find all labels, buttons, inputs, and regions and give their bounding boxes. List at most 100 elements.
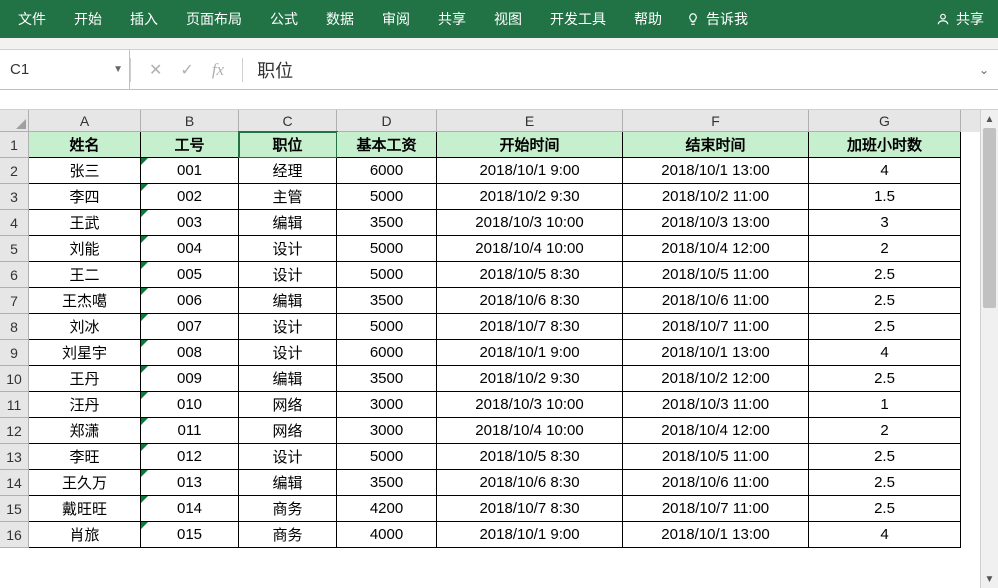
- cell[interactable]: 2018/10/4 10:00: [437, 418, 623, 444]
- row-header-10[interactable]: 10: [0, 366, 29, 392]
- row-header-4[interactable]: 4: [0, 210, 29, 236]
- cell[interactable]: 5000: [337, 236, 437, 262]
- cell[interactable]: 006: [141, 288, 239, 314]
- name-box[interactable]: C1 ▼: [0, 50, 130, 89]
- cell[interactable]: 网络: [239, 392, 337, 418]
- scroll-thumb[interactable]: [983, 128, 996, 308]
- cell[interactable]: 012: [141, 444, 239, 470]
- cell[interactable]: 2: [809, 418, 961, 444]
- formula-input[interactable]: [243, 50, 970, 89]
- cell[interactable]: 2018/10/7 8:30: [437, 314, 623, 340]
- cell[interactable]: 设计: [239, 340, 337, 366]
- column-header-F[interactable]: F: [623, 110, 809, 132]
- cell[interactable]: 主管: [239, 184, 337, 210]
- cell[interactable]: 6000: [337, 340, 437, 366]
- column-header-E[interactable]: E: [437, 110, 623, 132]
- cell[interactable]: 编辑: [239, 470, 337, 496]
- select-all-button[interactable]: [0, 110, 29, 132]
- cell[interactable]: 1.5: [809, 184, 961, 210]
- cell[interactable]: 004: [141, 236, 239, 262]
- cell[interactable]: 王丹: [29, 366, 141, 392]
- cell[interactable]: 6000: [337, 158, 437, 184]
- cell[interactable]: 2.5: [809, 288, 961, 314]
- cell[interactable]: 基本工资: [337, 132, 437, 158]
- cell[interactable]: 002: [141, 184, 239, 210]
- cell[interactable]: 2018/10/3 10:00: [437, 210, 623, 236]
- cell[interactable]: 王久万: [29, 470, 141, 496]
- cell[interactable]: 013: [141, 470, 239, 496]
- vertical-scrollbar[interactable]: ▲ ▼: [980, 110, 998, 588]
- column-header-D[interactable]: D: [337, 110, 437, 132]
- ribbon-tab-2[interactable]: 插入: [116, 1, 172, 37]
- cell[interactable]: 3: [809, 210, 961, 236]
- cell[interactable]: 2018/10/7 11:00: [623, 496, 809, 522]
- cell[interactable]: 2.5: [809, 314, 961, 340]
- ribbon-tab-3[interactable]: 页面布局: [172, 1, 256, 37]
- cell[interactable]: 4: [809, 340, 961, 366]
- cell[interactable]: 2018/10/3 11:00: [623, 392, 809, 418]
- expand-formula-bar-icon[interactable]: ⌄: [970, 63, 998, 77]
- ribbon-tab-4[interactable]: 公式: [256, 1, 312, 37]
- cell[interactable]: 003: [141, 210, 239, 236]
- row-header-5[interactable]: 5: [0, 236, 29, 262]
- row-header-15[interactable]: 15: [0, 496, 29, 522]
- row-header-11[interactable]: 11: [0, 392, 29, 418]
- cell[interactable]: 李旺: [29, 444, 141, 470]
- column-header-C[interactable]: C: [239, 110, 337, 132]
- cell[interactable]: 编辑: [239, 210, 337, 236]
- cell[interactable]: 2018/10/6 8:30: [437, 470, 623, 496]
- cell[interactable]: 工号: [141, 132, 239, 158]
- row-header-14[interactable]: 14: [0, 470, 29, 496]
- cell[interactable]: 商务: [239, 496, 337, 522]
- cell[interactable]: 李四: [29, 184, 141, 210]
- cell[interactable]: 001: [141, 158, 239, 184]
- cell[interactable]: 2018/10/2 12:00: [623, 366, 809, 392]
- cell[interactable]: 2018/10/1 9:00: [437, 340, 623, 366]
- cell[interactable]: 005: [141, 262, 239, 288]
- row-header-16[interactable]: 16: [0, 522, 29, 548]
- cell[interactable]: 2018/10/2 9:30: [437, 366, 623, 392]
- cell[interactable]: 5000: [337, 314, 437, 340]
- cell[interactable]: 2018/10/4 10:00: [437, 236, 623, 262]
- share-button[interactable]: 共享: [926, 1, 994, 37]
- cell[interactable]: 3500: [337, 210, 437, 236]
- cell[interactable]: 2018/10/5 8:30: [437, 262, 623, 288]
- ribbon-tab-10[interactable]: 帮助: [620, 1, 676, 37]
- enter-icon[interactable]: ✓: [180, 60, 193, 80]
- row-header-12[interactable]: 12: [0, 418, 29, 444]
- cell[interactable]: 3500: [337, 366, 437, 392]
- cell[interactable]: 4200: [337, 496, 437, 522]
- cell[interactable]: 王二: [29, 262, 141, 288]
- cell[interactable]: 2018/10/1 9:00: [437, 158, 623, 184]
- cell[interactable]: 2018/10/7 8:30: [437, 496, 623, 522]
- cell[interactable]: 设计: [239, 236, 337, 262]
- cell[interactable]: 2018/10/5 8:30: [437, 444, 623, 470]
- cell[interactable]: 5000: [337, 444, 437, 470]
- cell[interactable]: 2: [809, 236, 961, 262]
- cell[interactable]: 3500: [337, 288, 437, 314]
- cell[interactable]: 2018/10/3 10:00: [437, 392, 623, 418]
- cell[interactable]: 王杰噶: [29, 288, 141, 314]
- cell[interactable]: 011: [141, 418, 239, 444]
- cell[interactable]: 007: [141, 314, 239, 340]
- cell[interactable]: 姓名: [29, 132, 141, 158]
- cell[interactable]: 2018/10/7 11:00: [623, 314, 809, 340]
- cell[interactable]: 设计: [239, 314, 337, 340]
- cell[interactable]: 2018/10/1 13:00: [623, 522, 809, 548]
- cell[interactable]: 编辑: [239, 366, 337, 392]
- cell[interactable]: 2018/10/3 13:00: [623, 210, 809, 236]
- ribbon-tab-5[interactable]: 数据: [312, 1, 368, 37]
- cell[interactable]: 经理: [239, 158, 337, 184]
- cell[interactable]: 2018/10/6 11:00: [623, 288, 809, 314]
- cancel-icon[interactable]: ✕: [149, 60, 162, 80]
- fx-icon[interactable]: fx: [212, 60, 224, 80]
- ribbon-tab-6[interactable]: 审阅: [368, 1, 424, 37]
- ribbon-tab-7[interactable]: 共享: [424, 1, 480, 37]
- tell-me[interactable]: 告诉我: [676, 1, 758, 37]
- cell[interactable]: 设计: [239, 444, 337, 470]
- ribbon-tab-0[interactable]: 文件: [4, 1, 60, 37]
- cell[interactable]: 4: [809, 158, 961, 184]
- cell[interactable]: 汪丹: [29, 392, 141, 418]
- cell[interactable]: 加班小时数: [809, 132, 961, 158]
- scroll-up-icon[interactable]: ▲: [981, 110, 998, 128]
